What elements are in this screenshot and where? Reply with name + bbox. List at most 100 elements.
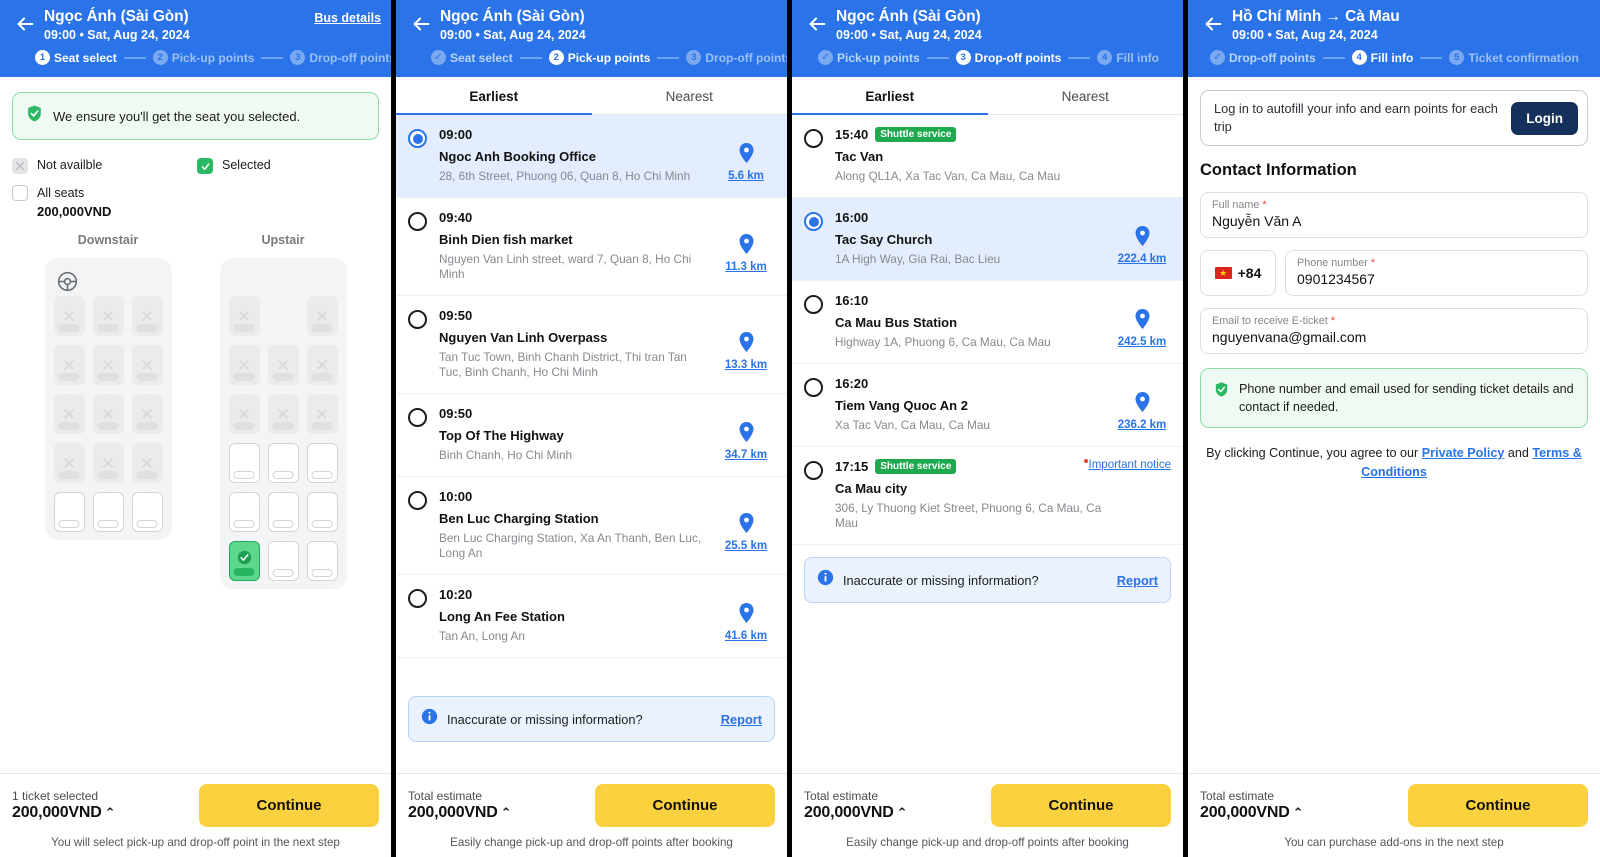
- chevron-up-icon[interactable]: ⌃: [897, 805, 908, 820]
- distance-text[interactable]: 41.6 km: [725, 630, 767, 642]
- stop-list-item[interactable]: 10:20 Long An Fee Station Tan An, Long An 4…: [396, 575, 787, 658]
- distance-text[interactable]: 34.7 km: [725, 449, 767, 461]
- distance-text[interactable]: 25.5 km: [725, 540, 767, 552]
- tab-earliest[interactable]: Earliest: [792, 77, 988, 115]
- step-fill-info[interactable]: 4 Fill info: [1351, 50, 1413, 65]
- stop-radio[interactable]: [408, 408, 427, 427]
- stop-radio[interactable]: [408, 129, 427, 148]
- chevron-up-icon[interactable]: ⌃: [501, 805, 512, 820]
- seat-available[interactable]: [306, 541, 338, 581]
- stop-distance[interactable]: [1113, 127, 1171, 184]
- stop-radio[interactable]: [804, 461, 823, 480]
- stop-list-item[interactable]: 16:20 Tiem Vang Quoc An 2 Xa Tac Van, Ca M…: [792, 364, 1183, 447]
- price-summary[interactable]: Total estimate 200,000VND ⌃: [408, 789, 595, 822]
- price-summary[interactable]: Total estimate 200,000VND ⌃: [1200, 789, 1408, 822]
- distance-text[interactable]: 5.6 km: [728, 170, 764, 182]
- stop-list-item[interactable]: 10:00 Ben Luc Charging Station Ben Luc Cha…: [396, 477, 787, 575]
- phone-number-field[interactable]: Phone number * 0901234567: [1285, 250, 1588, 296]
- step-number: 3: [686, 50, 702, 65]
- seat-available[interactable]: [92, 492, 124, 532]
- distance-text[interactable]: 11.3 km: [725, 261, 767, 273]
- stop-list-item[interactable]: 09:00 Ngoc Anh Booking Office 28, 6th Stre…: [396, 115, 787, 198]
- back-icon[interactable]: [406, 9, 436, 39]
- step-pickup[interactable]: ✓ Pick-up points: [818, 50, 920, 65]
- tab-nearest[interactable]: Nearest: [988, 77, 1184, 114]
- step-fill-info[interactable]: 4 Fill info: [1097, 50, 1159, 65]
- stop-distance[interactable]: 242.5 km: [1113, 293, 1171, 350]
- login-button[interactable]: Login: [1511, 101, 1578, 135]
- stop-list-item[interactable]: 16:10 Ca Mau Bus Station Highway 1A, Phuon…: [792, 281, 1183, 364]
- stop-distance[interactable]: 222.4 km: [1113, 210, 1171, 267]
- seat-available[interactable]: [267, 541, 299, 581]
- stop-distance[interactable]: 13.3 km: [717, 308, 775, 380]
- stop-distance[interactable]: 236.2 km: [1113, 376, 1171, 433]
- deck-spacer: [229, 266, 338, 296]
- back-icon[interactable]: [802, 9, 832, 39]
- seat-available[interactable]: [228, 492, 260, 532]
- stop-distance[interactable]: 25.5 km: [717, 489, 775, 561]
- back-icon[interactable]: [1198, 9, 1228, 39]
- seat-selected[interactable]: [228, 541, 260, 581]
- email-field[interactable]: Email to receive E-ticket * nguyenvana@g…: [1200, 308, 1588, 354]
- distance-text[interactable]: 13.3 km: [725, 359, 767, 371]
- report-link[interactable]: Report: [1117, 573, 1158, 588]
- step-seat-select[interactable]: 1 Seat select: [35, 50, 117, 65]
- tab-earliest[interactable]: Earliest: [396, 77, 592, 115]
- seat-available[interactable]: [53, 492, 85, 532]
- distance-text[interactable]: 222.4 km: [1118, 253, 1167, 265]
- continue-button[interactable]: Continue: [991, 784, 1171, 827]
- price-summary[interactable]: Total estimate 200,000VND ⌃: [804, 789, 991, 822]
- stop-radio[interactable]: [804, 378, 823, 397]
- stop-name: Tiem Vang Quoc An 2: [835, 398, 968, 413]
- stop-list-item[interactable]: 09:50 Top Of The Highway Binh Chanh, Ho Ch…: [396, 394, 787, 477]
- stop-distance[interactable]: 11.3 km: [717, 210, 775, 282]
- continue-button[interactable]: Continue: [199, 784, 379, 827]
- step-dropoff[interactable]: ✓ Drop-off points: [1210, 50, 1316, 65]
- continue-button[interactable]: Continue: [595, 784, 775, 827]
- info-icon: [817, 569, 834, 591]
- price-value: 200,000VND: [12, 804, 102, 821]
- tab-nearest[interactable]: Nearest: [592, 77, 788, 114]
- step-pickup[interactable]: 2 Pick-up points: [548, 50, 650, 65]
- full-name-field[interactable]: Full name * Nguyễn Văn A: [1200, 192, 1588, 238]
- stop-radio[interactable]: [408, 491, 427, 510]
- continue-button[interactable]: Continue: [1408, 784, 1588, 827]
- seat-available[interactable]: [131, 492, 163, 532]
- stop-distance[interactable]: 5.6 km: [717, 127, 775, 184]
- stop-radio[interactable]: [408, 310, 427, 329]
- step-ticket-confirmation[interactable]: 5 Ticket confirmation: [1449, 50, 1579, 65]
- stop-list-item[interactable]: 16:00 Tac Say Church 1A High Way, Gia Rai,…: [792, 198, 1183, 281]
- step-seat-select[interactable]: ✓ Seat select: [431, 50, 513, 65]
- step-dropoff[interactable]: 3 Drop-off points: [686, 50, 787, 65]
- stop-radio[interactable]: [408, 589, 427, 608]
- chevron-up-icon[interactable]: ⌃: [105, 805, 116, 820]
- seat-available[interactable]: [267, 443, 299, 483]
- price-summary[interactable]: 1 ticket selected 200,000VND ⌃: [12, 789, 199, 822]
- distance-text[interactable]: 242.5 km: [1118, 336, 1167, 348]
- stop-distance[interactable]: 41.6 km: [717, 587, 775, 644]
- stop-radio[interactable]: [408, 212, 427, 231]
- stop-radio[interactable]: [804, 212, 823, 231]
- stop-list-item[interactable]: 15:40 Shuttle service Tac Van Along QL1A, X…: [792, 115, 1183, 198]
- seat-available[interactable]: [267, 492, 299, 532]
- stop-list-item[interactable]: 09:50 Nguyen Van Linh Overpass Tan Tuc Tow…: [396, 296, 787, 394]
- distance-text[interactable]: 236.2 km: [1118, 419, 1167, 431]
- stop-list-item[interactable]: 17:15 Shuttle service Ca Mau city 306, Ly T…: [792, 447, 1183, 545]
- step-dropoff[interactable]: 3 Drop-off points: [290, 50, 391, 65]
- seat-available[interactable]: [306, 492, 338, 532]
- stop-list-item[interactable]: 09:40 Binh Dien fish market Nguyen Van Lin…: [396, 198, 787, 296]
- back-icon[interactable]: [10, 9, 40, 39]
- country-code-selector[interactable]: ★ +84: [1200, 250, 1276, 296]
- seat-available[interactable]: [306, 443, 338, 483]
- step-pickup[interactable]: 2 Pick-up points: [152, 50, 254, 65]
- stop-radio[interactable]: [804, 295, 823, 314]
- step-dropoff[interactable]: 3 Drop-off points: [955, 50, 1061, 65]
- bus-details-link[interactable]: Bus details: [314, 11, 381, 25]
- report-link[interactable]: Report: [721, 712, 762, 727]
- chevron-up-icon[interactable]: ⌃: [1293, 805, 1304, 820]
- important-notice-link[interactable]: Important notice: [1083, 459, 1171, 471]
- stop-radio[interactable]: [804, 129, 823, 148]
- seat-available[interactable]: [228, 443, 260, 483]
- private-policy-link[interactable]: Private Policy: [1422, 446, 1505, 460]
- stop-distance[interactable]: 34.7 km: [717, 406, 775, 463]
